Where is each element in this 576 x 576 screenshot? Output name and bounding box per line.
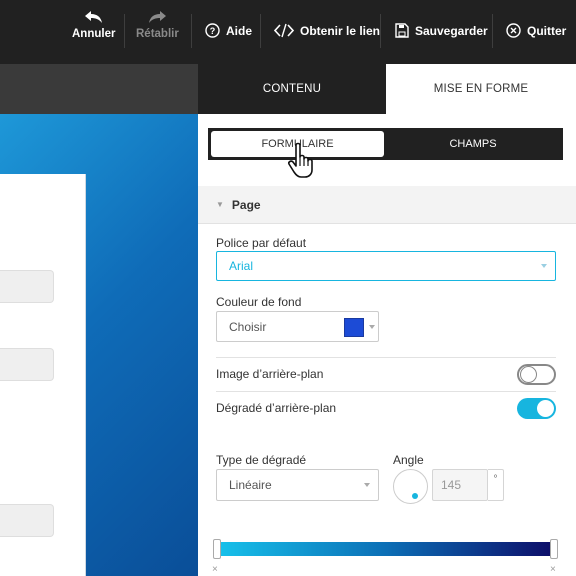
chevron-down-icon bbox=[364, 483, 370, 487]
preview-header bbox=[0, 64, 198, 114]
undo-icon bbox=[84, 11, 102, 23]
redo-icon bbox=[149, 11, 167, 23]
redo-label: Rétablir bbox=[136, 28, 179, 40]
angle-unit: ° bbox=[488, 469, 504, 501]
background-color-label: Couleur de fond bbox=[216, 295, 302, 309]
background-image-label: Image d’arrière-plan bbox=[216, 367, 324, 381]
gradient-type-value: Linéaire bbox=[229, 478, 272, 492]
chevron-down-icon bbox=[369, 325, 375, 329]
color-swatch bbox=[344, 318, 364, 337]
code-icon bbox=[274, 23, 294, 38]
undo-button[interactable]: Annuler bbox=[72, 10, 115, 40]
toolbar-divider bbox=[380, 14, 381, 48]
gradient-stop-start[interactable] bbox=[213, 539, 221, 559]
angle-dial-handle[interactable] bbox=[412, 493, 418, 499]
chevron-down-icon bbox=[541, 264, 547, 268]
color-picker-label: Choisir bbox=[229, 319, 267, 334]
toolbar-divider bbox=[124, 14, 125, 48]
remove-stop-start-icon[interactable]: × bbox=[212, 564, 218, 575]
font-label: Police par défaut bbox=[216, 236, 307, 250]
background-image-toggle[interactable] bbox=[517, 364, 556, 385]
subtab-fields-label: CHAMPS bbox=[449, 138, 497, 150]
toolbar-divider bbox=[191, 14, 192, 48]
background-gradient-label: Dégradé d’arrière-plan bbox=[216, 401, 337, 415]
quit-button[interactable]: Quitter bbox=[506, 23, 566, 38]
close-circle-icon bbox=[506, 23, 521, 38]
section-page-header[interactable]: ▼ Page bbox=[198, 186, 576, 224]
font-select-value: Arial bbox=[229, 259, 254, 273]
gradient-type-select[interactable]: Linéaire bbox=[216, 469, 379, 501]
background-color-picker[interactable]: Choisir bbox=[216, 311, 379, 342]
preview-field[interactable] bbox=[0, 348, 54, 381]
undo-label: Annuler bbox=[72, 28, 116, 40]
panel-tabs: CONTENU MISE EN FORME bbox=[198, 64, 576, 114]
tab-formatting-label: MISE EN FORME bbox=[433, 83, 529, 95]
toggle-knob bbox=[520, 366, 537, 383]
svg-text:?: ? bbox=[210, 26, 216, 36]
tab-content-label: CONTENU bbox=[262, 83, 322, 95]
angle-dial[interactable] bbox=[393, 469, 428, 504]
form-preview-card bbox=[0, 174, 86, 576]
help-label: Aide bbox=[226, 23, 253, 38]
hand-cursor-icon bbox=[288, 142, 313, 178]
collapse-caret-icon: ▼ bbox=[216, 200, 224, 209]
settings-panel: CONTENU MISE EN FORME FORMULAIRE CHAMPS … bbox=[198, 64, 576, 576]
angle-input[interactable]: 145 bbox=[432, 469, 488, 501]
save-label: Sauvegarder bbox=[415, 23, 488, 38]
font-select[interactable]: Arial bbox=[216, 251, 556, 281]
save-icon bbox=[395, 23, 409, 38]
angle-label: Angle bbox=[393, 453, 424, 467]
divider bbox=[216, 391, 556, 392]
gradient-stop-end[interactable] bbox=[550, 539, 558, 559]
toggle-knob bbox=[537, 400, 554, 417]
background-gradient-toggle[interactable] bbox=[517, 398, 556, 419]
get-link-button[interactable]: Obtenir le lien bbox=[274, 23, 380, 38]
subtab-fields[interactable]: CHAMPS bbox=[386, 131, 560, 157]
tab-formatting[interactable]: MISE EN FORME bbox=[386, 64, 576, 114]
toolbar-divider bbox=[492, 14, 493, 48]
section-title: Page bbox=[231, 197, 261, 212]
tab-content[interactable]: CONTENU bbox=[198, 64, 386, 114]
toolbar-divider bbox=[260, 14, 261, 48]
redo-button[interactable]: Rétablir bbox=[136, 10, 179, 40]
gradient-preview-bar[interactable] bbox=[220, 542, 550, 556]
help-icon: ? bbox=[205, 23, 220, 38]
quit-label: Quitter bbox=[527, 23, 567, 38]
preview-field[interactable] bbox=[0, 504, 54, 537]
remove-stop-end-icon[interactable]: × bbox=[550, 564, 556, 575]
help-button[interactable]: ? Aide bbox=[205, 23, 252, 38]
save-button[interactable]: Sauvegarder bbox=[395, 23, 488, 38]
divider bbox=[216, 357, 556, 358]
preview-field[interactable] bbox=[0, 270, 54, 303]
get-link-label: Obtenir le lien bbox=[300, 23, 381, 38]
gradient-type-label: Type de dégradé bbox=[216, 453, 307, 467]
angle-value: 145 bbox=[441, 478, 462, 492]
top-toolbar: Annuler Rétablir ? Aide Obtenir le lien … bbox=[0, 0, 576, 64]
formatting-subtabs: FORMULAIRE CHAMPS bbox=[208, 128, 563, 160]
